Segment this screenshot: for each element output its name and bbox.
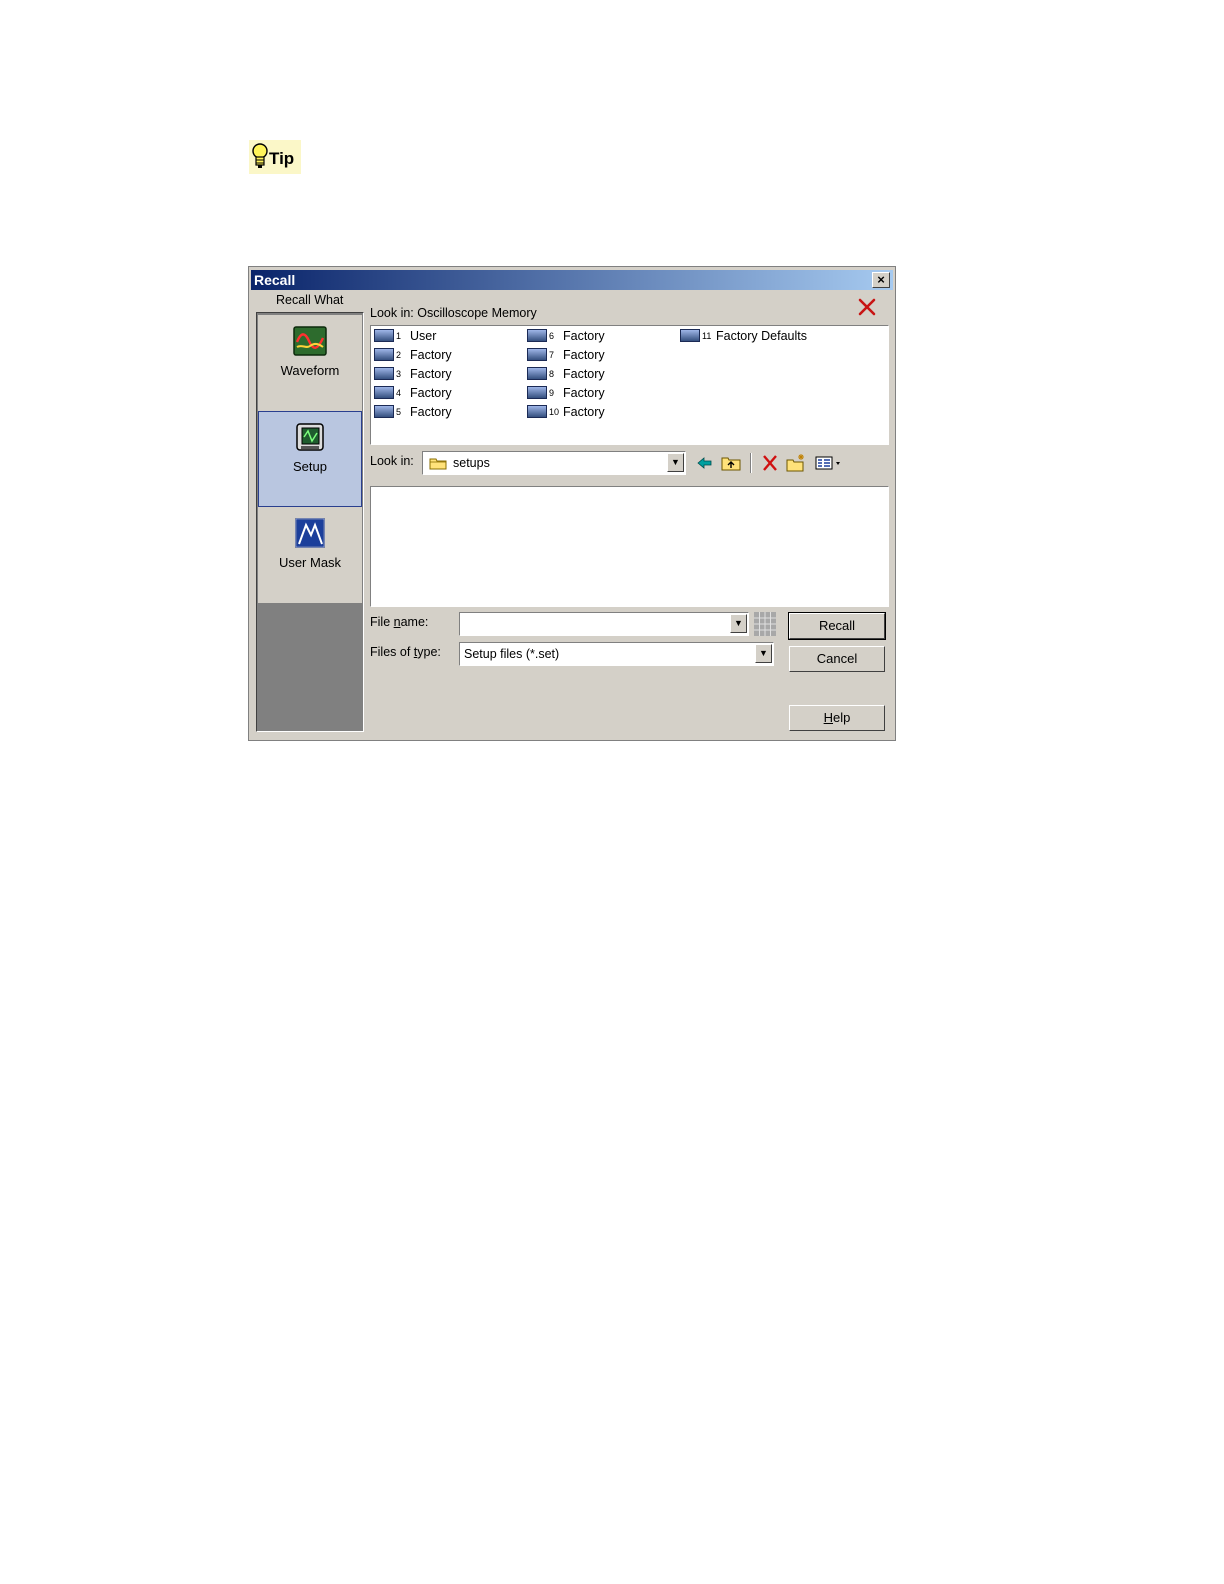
dialog-title: Recall: [254, 272, 296, 288]
help-button[interactable]: Help: [789, 705, 885, 731]
setup-label: Setup: [293, 459, 327, 474]
tip-label: Tip: [269, 149, 295, 168]
setup-icon: [296, 423, 324, 451]
slot-number: 10: [549, 406, 560, 417]
memory-slot[interactable]: 3 Factory: [374, 366, 452, 385]
cancel-button[interactable]: Cancel: [789, 646, 885, 672]
files-of-type-select[interactable]: Setup files (*.set) ▼: [459, 642, 774, 666]
slot-number: 5: [396, 406, 402, 417]
memory-slot[interactable]: 7 Factory: [527, 347, 605, 366]
new-folder-icon[interactable]: [785, 452, 807, 474]
waveform-label: Waveform: [280, 363, 340, 378]
recall-type-user-mask[interactable]: User Mask: [258, 507, 362, 603]
oscilloscope-memory-list: 1 User 2 Factory 3 Factory 4 Factory 5 Factor…: [370, 325, 889, 445]
memory-slot-icon: [374, 329, 394, 343]
memory-slot[interactable]: 1 User: [374, 328, 452, 347]
title-bar[interactable]: Recall ×: [251, 270, 893, 290]
recall-button[interactable]: Recall: [788, 612, 886, 640]
chevron-down-icon[interactable]: ▼: [667, 453, 684, 472]
memory-column-1: 1 User 2 Factory 3 Factory 4 Factory 5 Factor…: [374, 328, 452, 423]
slot-label: Factory: [563, 404, 605, 419]
recall-dialog: Recall × Recall What Waveform Setup User…: [248, 266, 896, 741]
slot-label: Factory: [410, 404, 452, 419]
lightbulb-icon: [252, 143, 268, 168]
recall-what-label: Recall What: [276, 293, 344, 307]
slot-number: 7: [549, 349, 555, 360]
memory-slot-icon: [374, 386, 394, 400]
slot-label: Factory: [410, 366, 452, 381]
view-menu-icon[interactable]: [814, 452, 844, 474]
memory-slot[interactable]: 8 Factory: [527, 366, 605, 385]
slot-label: Factory: [410, 385, 452, 400]
slot-number: 1: [396, 330, 402, 341]
slot-label: Factory: [563, 328, 605, 343]
chevron-down-icon[interactable]: ▼: [730, 614, 747, 633]
look-in-value: setups: [453, 456, 490, 470]
memory-slot-icon: [374, 405, 394, 419]
user-mask-label: User Mask: [278, 555, 342, 570]
file-name-label: File name:: [370, 615, 429, 629]
memory-slot[interactable]: 10 Factory: [527, 404, 605, 423]
slot-number: 4: [396, 387, 402, 398]
recall-what-pane: Waveform Setup User Mask: [256, 312, 364, 732]
memory-slot-icon: [374, 367, 394, 381]
slot-number: 3: [396, 368, 402, 379]
files-of-type-label: Files of type:: [370, 645, 441, 659]
user-mask-icon: [295, 518, 325, 548]
slot-label: Factory: [563, 347, 605, 362]
slot-label: Factory Defaults: [716, 328, 808, 343]
recall-type-waveform[interactable]: Waveform: [258, 315, 362, 411]
memory-slot-icon: [680, 329, 700, 343]
memory-slot[interactable]: 5 Factory: [374, 404, 452, 423]
memory-slot[interactable]: 4 Factory: [374, 385, 452, 404]
slot-number: 8: [549, 368, 555, 379]
memory-slot[interactable]: 11 Factory Defaults: [680, 328, 807, 347]
keypad-icon[interactable]: [754, 612, 776, 636]
toolbar-separator: [750, 453, 752, 473]
memory-slot-icon: [527, 367, 547, 381]
back-icon[interactable]: [694, 452, 716, 474]
delete-file-icon[interactable]: [759, 452, 781, 474]
memory-column-2: 6 Factory 7 Factory 8 Factory 9 Factory 10 Fa…: [527, 328, 605, 423]
folder-icon: [429, 458, 447, 470]
slot-number: 2: [396, 349, 402, 360]
close-button[interactable]: ×: [872, 272, 890, 288]
slot-label: Factory: [563, 366, 605, 381]
slot-label: User: [410, 328, 437, 343]
file-look-in-label: Look in:: [370, 454, 414, 468]
memory-slot[interactable]: 9 Factory: [527, 385, 605, 404]
memory-slot[interactable]: 6 Factory: [527, 328, 605, 347]
memory-look-in-label: Look in: Oscilloscope Memory: [370, 306, 537, 320]
waveform-icon: [293, 326, 327, 356]
up-folder-icon[interactable]: [720, 452, 742, 474]
memory-slot-icon: [527, 405, 547, 419]
memory-slot-icon: [527, 386, 547, 400]
slot-number: 6: [549, 330, 555, 341]
slot-label: Factory: [410, 347, 452, 362]
chevron-down-icon[interactable]: ▼: [755, 644, 772, 663]
file-name-input[interactable]: ▼: [459, 612, 749, 636]
delete-icon[interactable]: [857, 297, 877, 317]
file-list[interactable]: [370, 486, 889, 607]
slot-number: 9: [549, 387, 555, 398]
memory-column-3: 11 Factory Defaults: [680, 328, 807, 347]
tip-badge: Tip: [249, 140, 301, 174]
memory-slot-icon: [374, 348, 394, 362]
memory-slot[interactable]: 2 Factory: [374, 347, 452, 366]
files-of-type-value: Setup files (*.set): [464, 647, 560, 661]
slot-number: 11: [702, 330, 712, 341]
memory-slot-icon: [527, 348, 547, 362]
look-in-dropdown[interactable]: setups ▼: [422, 451, 686, 475]
recall-type-setup[interactable]: Setup: [258, 411, 362, 507]
slot-label: Factory: [563, 385, 605, 400]
memory-slot-icon: [527, 329, 547, 343]
